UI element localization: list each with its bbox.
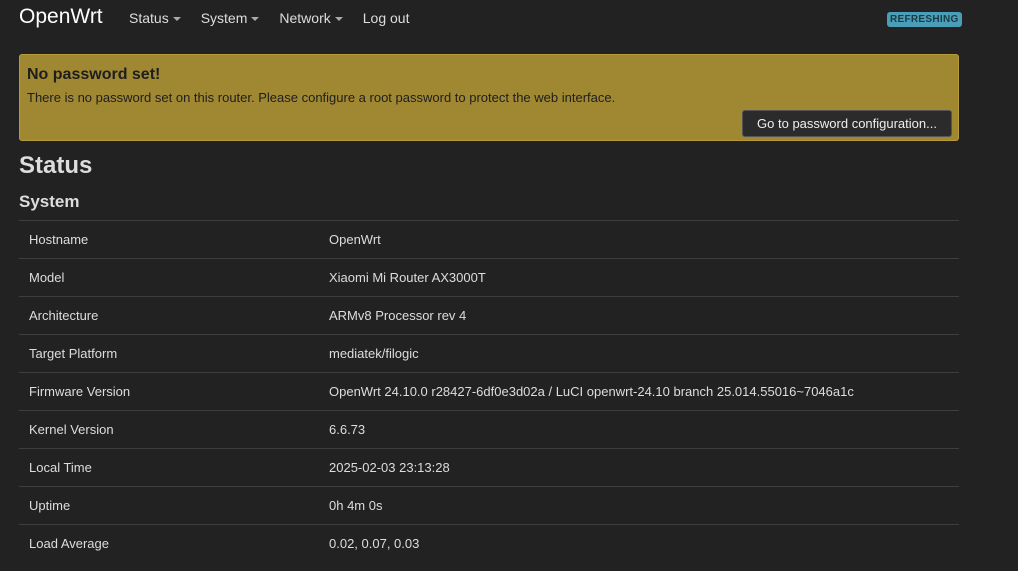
row-key: Firmware Version (29, 384, 131, 399)
page-title: Status (19, 152, 93, 179)
top-navbar: OpenWrt Status System Network Log out RE… (0, 0, 1018, 38)
menu-system-label: System (200, 10, 248, 26)
caret-down-icon (334, 17, 343, 21)
row-value: 2025-02-03 23:13:28 (329, 460, 450, 475)
section-title-system: System (19, 192, 80, 211)
row-key: Target Platform (29, 346, 118, 361)
menu-logout-label: Log out (362, 10, 410, 26)
alert-message: There is no password set on this router.… (27, 90, 616, 105)
row-key: Hostname (29, 232, 89, 247)
brand-logo[interactable]: OpenWrt (19, 5, 103, 29)
row-key: Local Time (29, 460, 92, 475)
table-row: Model Xiaomi Mi Router AX3000T (19, 258, 959, 296)
caret-down-icon (172, 17, 181, 21)
menu-status-label: Status (129, 10, 169, 26)
row-value: 6.6.73 (329, 422, 366, 437)
table-row: Uptime 0h 4m 0s (19, 486, 959, 524)
row-value: 0.02, 0.07, 0.03 (329, 536, 420, 551)
caret-down-icon (251, 17, 260, 21)
refreshing-badge[interactable]: REFRESHING (887, 12, 962, 27)
row-value: Xiaomi Mi Router AX3000T (329, 270, 486, 285)
table-row: Load Average 0.02, 0.07, 0.03 (19, 524, 959, 562)
password-config-button[interactable]: Go to password configuration... (742, 110, 952, 137)
table-row: Hostname OpenWrt (19, 220, 959, 258)
menu-system[interactable]: System (201, 10, 260, 26)
row-key: Model (29, 270, 65, 285)
no-password-alert: No password set! There is no password se… (19, 54, 959, 141)
table-row: Architecture ARMv8 Processor rev 4 (19, 296, 959, 334)
row-value: mediatek/filogic (329, 346, 419, 361)
row-value: OpenWrt (329, 232, 381, 247)
system-info-table: Hostname OpenWrt Model Xiaomi Mi Router AX3… (19, 220, 959, 562)
menu-status[interactable]: Status (129, 10, 181, 26)
table-row: Local Time 2025-02-03 23:13:28 (19, 448, 959, 486)
row-key: Architecture (29, 308, 99, 323)
main-menu: Status System Network Log out (129, 10, 429, 26)
row-value: 0h 4m 0s (329, 498, 383, 513)
menu-network-label: Network (279, 10, 331, 26)
row-value: OpenWrt 24.10.0 r28427-6df0e3d02a / LuCI… (329, 384, 854, 399)
alert-title: No password set! (27, 66, 161, 83)
table-row: Target Platform mediatek/filogic (19, 334, 959, 372)
row-key: Uptime (29, 498, 71, 513)
menu-logout[interactable]: Log out (363, 10, 410, 26)
table-row: Firmware Version OpenWrt 24.10.0 r28427-6… (19, 372, 959, 410)
menu-network[interactable]: Network (279, 10, 343, 26)
row-value: ARMv8 Processor rev 4 (329, 308, 467, 323)
row-key: Load Average (29, 536, 109, 551)
row-key: Kernel Version (29, 422, 114, 437)
table-row: Kernel Version 6.6.73 (19, 410, 959, 448)
